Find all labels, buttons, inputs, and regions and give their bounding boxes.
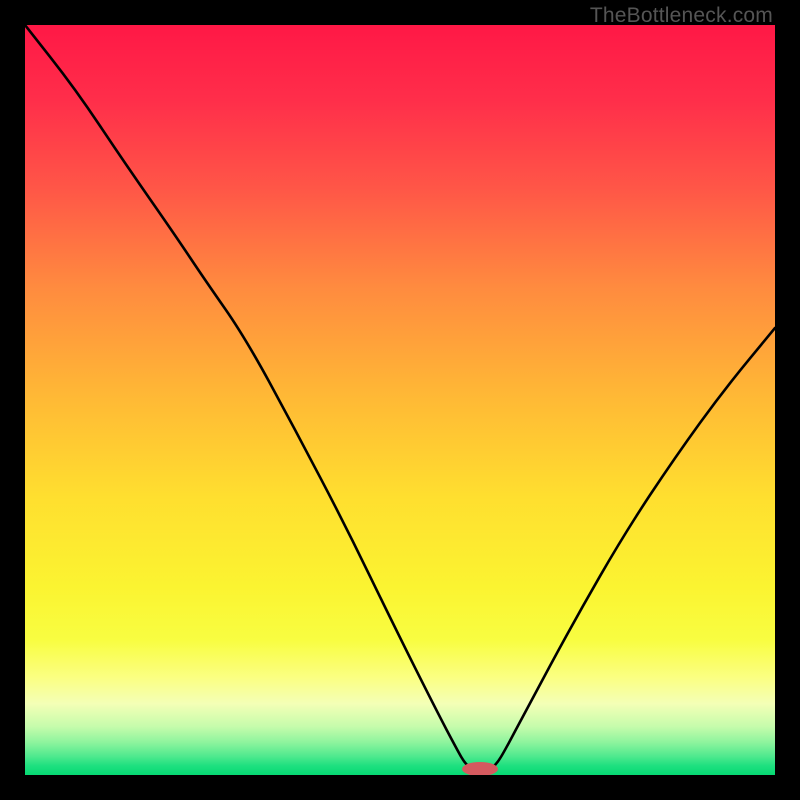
plot-area xyxy=(25,25,775,775)
watermark: TheBottleneck.com xyxy=(590,4,773,28)
chart-svg xyxy=(25,25,775,775)
bottleneck-curve xyxy=(25,25,775,770)
app-frame: TheBottleneck.com xyxy=(0,0,800,800)
